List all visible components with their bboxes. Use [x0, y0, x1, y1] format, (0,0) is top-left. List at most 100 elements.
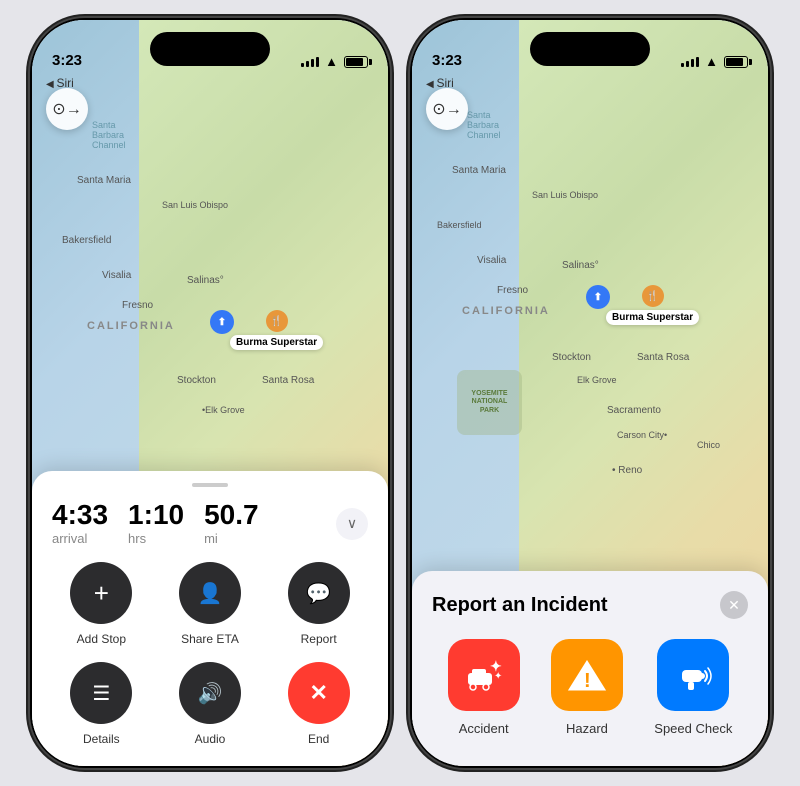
map-label-sacramento-r: Sacramento — [607, 405, 661, 416]
incident-panel: Report an Incident ✕ — [412, 571, 768, 766]
audio-button[interactable]: 🔊 Audio — [161, 662, 260, 746]
siri-label-left: Siri — [46, 76, 74, 90]
map-label-channel-r: SantaBarbaraChannel — [467, 110, 501, 140]
map-label-santarosa-r: Santa Rosa — [637, 352, 689, 363]
hazard-option[interactable]: ! Hazard — [551, 639, 623, 736]
report-button[interactable]: 💬 Report — [269, 562, 368, 646]
map-label-fresno: Fresno — [122, 300, 153, 311]
map-label-visalia-r: Visalia — [477, 255, 506, 266]
accident-icon: ✦ ✦ — [464, 657, 504, 693]
map-label-carboncity-r: Carson City• — [617, 430, 667, 440]
svg-text:!: ! — [584, 670, 591, 692]
nav-back-button-left[interactable]: ⊙→ — [46, 88, 88, 130]
map-label-stockton: Stockton — [177, 375, 216, 386]
dynamic-island-right — [530, 32, 650, 66]
wifi-icon-right: ▲ — [705, 54, 718, 69]
yosemite-marker: YOSEMITENATIONALPARK — [457, 370, 522, 435]
wifi-icon: ▲ — [325, 54, 338, 69]
map-label-santarosa: Santa Rosa — [262, 375, 314, 386]
back-arrow-icon: ⊙→ — [52, 99, 81, 119]
map-label-california-r: CALIFORNIA — [462, 305, 550, 317]
miles-label: mi — [204, 531, 259, 546]
status-time-right: 3:23 — [432, 52, 462, 69]
map-label-elkgrove-r: Elk Grove — [577, 375, 617, 385]
add-stop-button[interactable]: + Add Stop — [52, 562, 151, 646]
end-label: End — [308, 732, 329, 746]
details-label: Details — [83, 732, 120, 746]
status-icons-left: ▲ — [301, 54, 368, 69]
destination-label-right: Burma Superstar — [606, 310, 699, 325]
nav-back-button-right[interactable]: ⊙→ — [426, 88, 468, 130]
report-label: Report — [301, 632, 337, 646]
map-label-sanluisobispo-r: San Luis Obispo — [532, 190, 598, 200]
travel-hours: 1:10 hrs — [128, 501, 184, 546]
arrival-value: 4:33 — [52, 501, 108, 529]
audio-label: Audio — [195, 732, 226, 746]
arrival-label: arrival — [52, 531, 108, 546]
incident-header: Report an Incident ✕ — [432, 591, 748, 619]
yosemite-label: YOSEMITENATIONALPARK — [471, 390, 507, 415]
hours-label: hrs — [128, 531, 184, 546]
signal-icon-right — [681, 57, 699, 67]
map-label-bakersfield: Bakersfield — [62, 235, 111, 246]
map-label-visalia: Visalia — [102, 270, 131, 281]
expand-button[interactable]: ∨ — [336, 508, 368, 540]
map-label-santamaria: Santa Maria — [77, 175, 131, 186]
accident-label: Accident — [459, 721, 509, 736]
map-label-sanluisobispo: San Luis Obispo — [162, 200, 228, 210]
audio-icon-circle: 🔊 — [179, 662, 241, 724]
details-button[interactable]: ☰ Details — [52, 662, 151, 746]
eta-row: 4:33 arrival 1:10 hrs 50.7 mi ∨ — [32, 501, 388, 562]
left-phone: 3:23 ▲ Siri — [30, 18, 390, 768]
audio-icon: 🔊 — [198, 681, 223, 706]
travel-miles: 50.7 mi — [204, 501, 259, 546]
navigation-panel-left: 4:33 arrival 1:10 hrs 50.7 mi ∨ — [32, 471, 388, 766]
destination-label: Burma Superstar — [230, 335, 323, 350]
share-eta-icon: 👤 — [198, 581, 223, 606]
siri-label-right: Siri — [426, 76, 454, 90]
battery-icon-right — [724, 56, 748, 68]
status-icons-right: ▲ — [681, 54, 748, 69]
accident-option[interactable]: ✦ ✦ Accident — [448, 639, 520, 736]
end-button[interactable]: ✕ End — [269, 662, 368, 746]
map-label-santamaria-r: Santa Maria — [452, 165, 506, 176]
back-arrow-icon-right: ⊙→ — [432, 99, 461, 119]
map-label-channel: SantaBarbaraChannel — [92, 120, 126, 150]
report-icon-circle: 💬 — [288, 562, 350, 624]
miles-value: 50.7 — [204, 501, 259, 529]
status-time-left: 3:23 — [52, 52, 82, 69]
incident-options: ✦ ✦ Accident ! Hazard — [432, 639, 748, 736]
hazard-icon: ! — [565, 655, 609, 695]
speed-check-icon-circle — [657, 639, 729, 711]
battery-icon — [344, 56, 368, 68]
destination-pin-right: 🍴 Burma Superstar — [606, 285, 699, 325]
incident-close-button[interactable]: ✕ — [720, 591, 748, 619]
share-eta-button[interactable]: 👤 Share ETA — [161, 562, 260, 646]
details-icon-circle: ☰ — [70, 662, 132, 724]
destination-pin: 🍴 Burma Superstar — [230, 310, 323, 350]
incident-title: Report an Incident — [432, 594, 608, 617]
dynamic-island — [150, 32, 270, 66]
map-label-california: CALIFORNIA — [87, 320, 175, 332]
signal-icon — [301, 57, 319, 67]
end-icon: ✕ — [309, 680, 327, 706]
panel-handle — [192, 483, 228, 487]
share-eta-label: Share ETA — [181, 632, 239, 646]
arrival-time: 4:33 arrival — [52, 501, 108, 546]
hazard-icon-circle: ! — [551, 639, 623, 711]
hazard-label: Hazard — [566, 721, 608, 736]
map-label-chico-r: Chico — [697, 440, 720, 450]
svg-text:✦: ✦ — [494, 671, 502, 682]
map-label-bakersfield-r: Bakersfield — [437, 220, 482, 230]
map-label-elkgrove: •Elk Grove — [202, 405, 245, 415]
chevron-down-icon: ∨ — [347, 515, 357, 532]
speed-check-option[interactable]: Speed Check — [654, 639, 732, 736]
map-label-reno-r: • Reno — [612, 465, 642, 476]
speed-check-icon — [672, 656, 714, 694]
add-stop-label: Add Stop — [77, 632, 126, 646]
hours-value: 1:10 — [128, 501, 184, 529]
map-label-fresno-r: Fresno — [497, 285, 528, 296]
report-icon: 💬 — [306, 581, 331, 606]
speed-check-label: Speed Check — [654, 721, 732, 736]
end-icon-circle: ✕ — [288, 662, 350, 724]
